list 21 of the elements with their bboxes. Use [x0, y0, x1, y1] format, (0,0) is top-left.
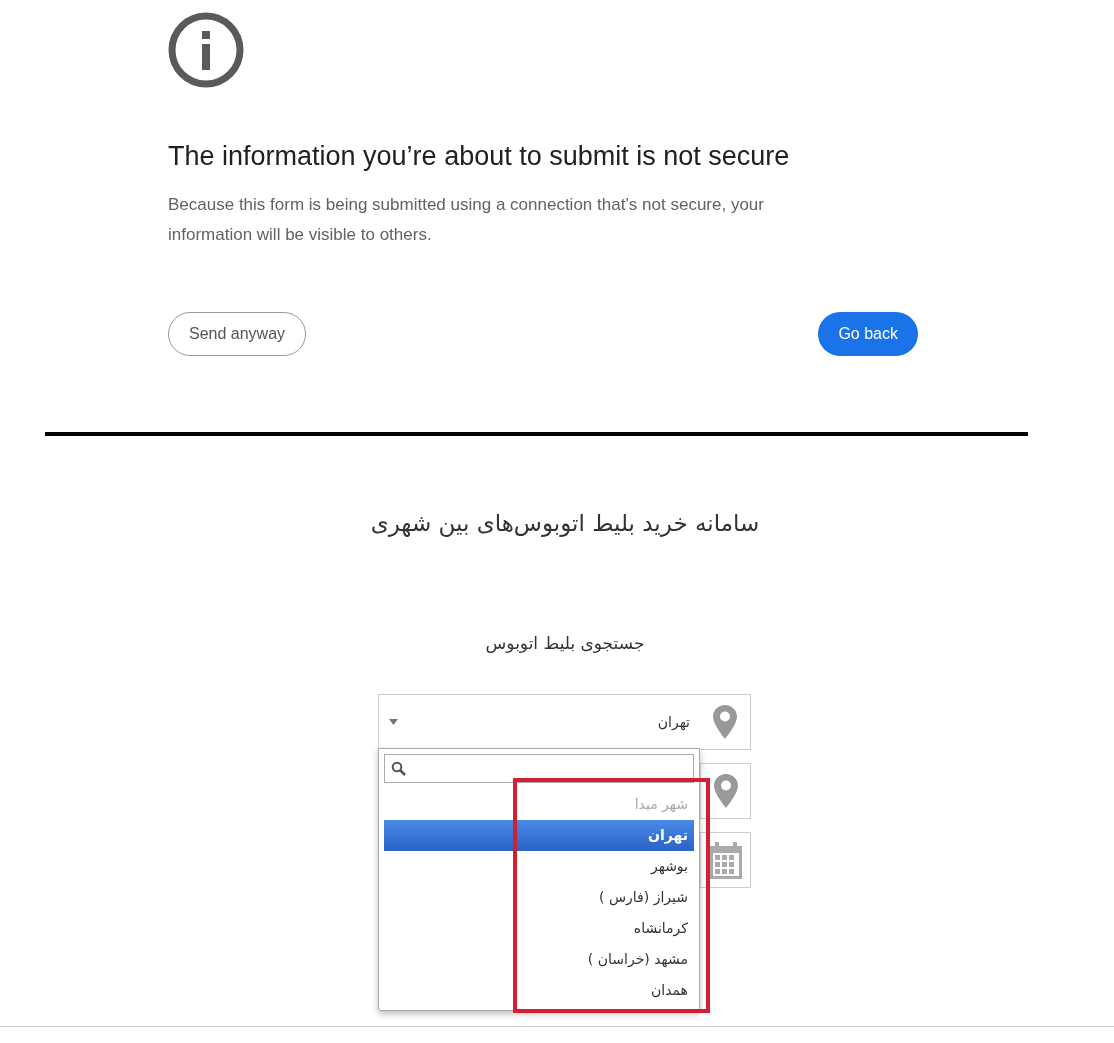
map-pin-icon — [713, 774, 738, 809]
city-option[interactable]: مشهد (خراسان ) — [384, 944, 694, 976]
city-option[interactable]: شیراز (فارس ) — [384, 882, 694, 914]
info-icon — [168, 12, 244, 88]
search-field[interactable] — [384, 754, 694, 784]
map-pin-icon — [713, 705, 737, 740]
city-option[interactable]: کرمانشاه — [384, 913, 694, 945]
dialog-message: Because this form is being submitted using a connection that’s not secure, your information will be visible to others. — [168, 194, 765, 247]
dialog-title: The information you’re about to submit is not secure — [168, 140, 791, 173]
page-subtitle: جستجوی بلیط اتوبوس — [485, 632, 645, 653]
send-anyway-button[interactable]: Send anyway — [168, 312, 307, 357]
calendar-icon — [707, 841, 744, 880]
page-title: سامانه خرید بلیط اتوبوس‌های بین شهری — [370, 510, 760, 537]
caret-icon — [389, 719, 398, 726]
city-option[interactable]: بوشهر — [384, 851, 694, 883]
placeholder-option: شهر مبدا — [384, 789, 694, 821]
go-back-button[interactable]: Go back — [818, 312, 918, 357]
origin-select[interactable]: تهران — [378, 694, 751, 751]
search-icon — [391, 761, 406, 777]
city-option[interactable]: تهران — [384, 820, 694, 852]
city-option[interactable]: همدان — [384, 975, 694, 1007]
